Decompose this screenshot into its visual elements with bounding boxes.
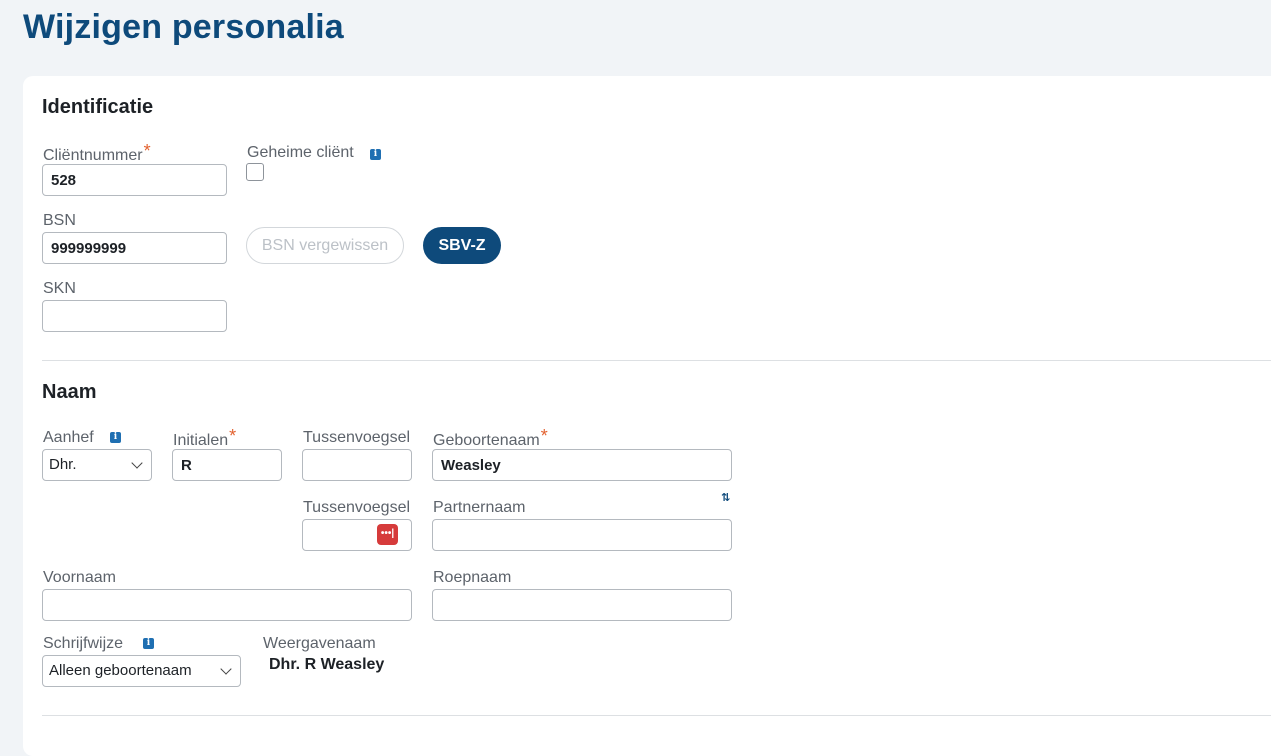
partnernaam-label: Partnernaam (433, 499, 526, 516)
section-divider (42, 360, 1271, 361)
partner-tussenvoegsel-label: Tussenvoegsel (303, 499, 411, 516)
clientnummer-label: Cliëntnummer* (43, 141, 151, 164)
password-manager-icon[interactable]: •••| (377, 524, 398, 545)
section-divider (42, 715, 1271, 716)
aanhef-info-icon[interactable]: i (110, 432, 121, 443)
initialen-input[interactable] (172, 449, 282, 481)
geheime-client-checkbox[interactable] (246, 163, 264, 181)
schrijfwijze-select[interactable]: Alleen geboortenaam (42, 655, 241, 687)
tussenvoegsel-label: Tussenvoegsel (303, 429, 411, 446)
clientnummer-input[interactable] (42, 164, 227, 196)
required-marker: * (229, 426, 237, 446)
required-marker: * (540, 426, 548, 446)
voornaam-label: Voornaam (43, 569, 116, 586)
initialen-label: Initialen* (173, 426, 237, 449)
sbvz-button[interactable]: SBV-Z (423, 227, 501, 264)
geheime-client-info-icon[interactable]: i (370, 149, 381, 160)
partnernaam-input[interactable] (432, 519, 732, 551)
swap-icon[interactable]: ⇅ (721, 491, 730, 504)
aanhef-label: Aanhef (43, 429, 94, 446)
geboortenaam-input[interactable] (432, 449, 732, 481)
aanhef-select[interactable]: Dhr. (42, 449, 152, 481)
roepnaam-input[interactable] (432, 589, 732, 621)
chevron-down-icon (131, 457, 143, 469)
geheime-client-label: Geheime cliënt (247, 144, 354, 161)
voornaam-input[interactable] (42, 589, 412, 621)
geboortenaam-label: Geboortenaam* (433, 426, 548, 449)
section-title-identificatie: Identificatie (42, 96, 154, 118)
schrijfwijze-info-icon[interactable]: i (143, 638, 154, 649)
schrijfwijze-select-value: Alleen geboortenaam (49, 662, 192, 679)
schrijfwijze-label: Schrijfwijze (43, 635, 124, 652)
bsn-input[interactable] (42, 232, 227, 264)
page-title: Wijzigen personalia (23, 8, 344, 46)
aanhef-select-value: Dhr. (49, 456, 77, 473)
skn-label: SKN (43, 280, 76, 297)
tussenvoegsel-input[interactable] (302, 449, 412, 481)
weergavenaam-label: Weergavenaam (263, 635, 376, 652)
weergavenaam-value: Dhr. R Weasley (269, 656, 385, 673)
required-marker: * (143, 141, 151, 161)
section-title-naam: Naam (42, 381, 97, 403)
skn-input[interactable] (42, 300, 227, 332)
bsn-vergewissen-button[interactable]: BSN vergewissen (246, 227, 404, 264)
form-card: Identificatie Cliëntnummer* Geheime clië… (23, 76, 1271, 756)
roepnaam-label: Roepnaam (433, 569, 512, 586)
bsn-label: BSN (43, 212, 76, 229)
chevron-down-icon (220, 663, 232, 675)
